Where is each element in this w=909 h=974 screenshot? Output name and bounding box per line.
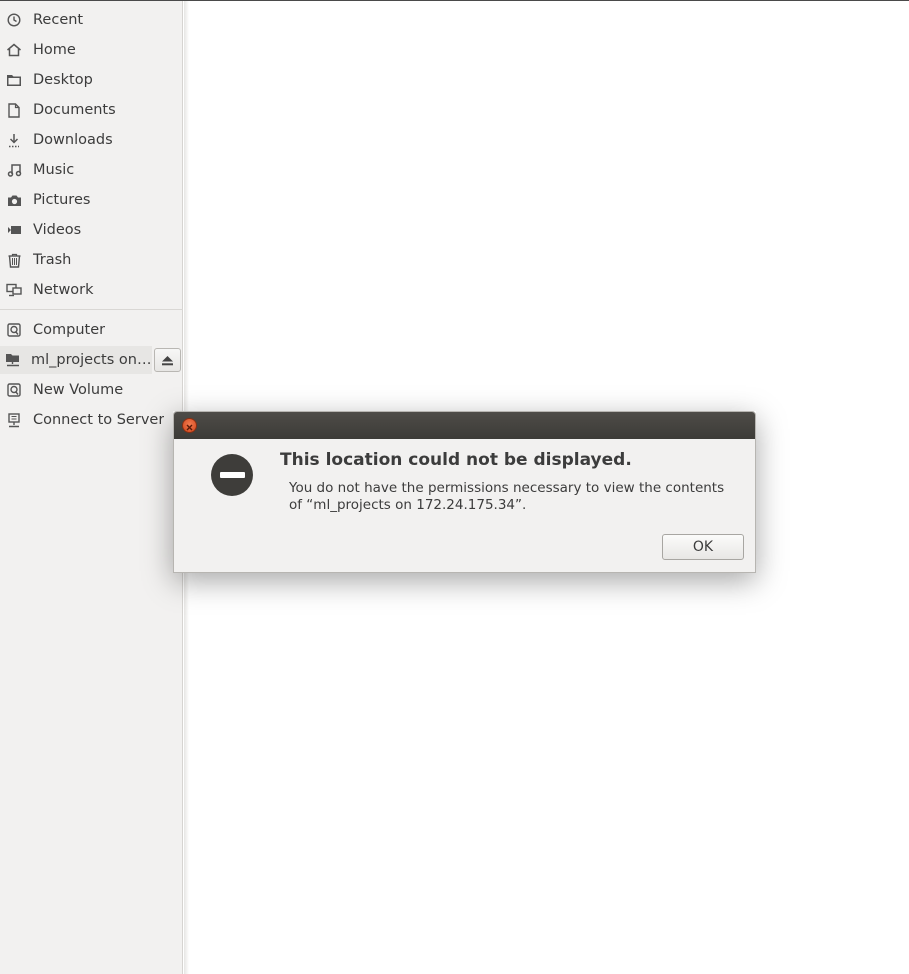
sidebar-item-label: Recent [33,12,84,28]
sidebar-item-label: Downloads [33,132,113,148]
sidebar-item-videos[interactable]: Videos [0,216,183,244]
sidebar-item-downloads[interactable]: Downloads [0,126,183,154]
server-icon [5,411,23,429]
sidebar-item-label: Trash [33,252,72,268]
sidebar-item-music[interactable]: Music [0,156,183,184]
network-icon [5,281,23,299]
close-icon [186,416,193,435]
ok-button[interactable]: OK [662,534,744,560]
drive-icon [5,321,23,339]
sidebar-item-documents[interactable]: Documents [0,96,183,124]
eject-icon [161,351,174,370]
clock-icon [5,11,23,29]
sidebar-item-label: Network [33,282,94,298]
sidebar-item-label: Connect to Server [33,412,165,428]
sidebar-item-connect-to-server[interactable]: Connect to Server [0,406,183,434]
dialog-message: You do not have the permissions necessar… [289,480,725,513]
sidebar-item-desktop[interactable]: Desktop [0,66,183,94]
dialog-titlebar [174,412,755,439]
drive-icon [5,381,23,399]
sidebar-item-label: ml_projects on 172.24.175.34 [31,352,152,368]
sidebar-item-label: Documents [33,102,116,118]
sidebar-item-label: Home [33,42,76,58]
network-share-icon [5,351,21,369]
sidebar-separator [0,309,183,310]
sidebar-item-label: Desktop [33,72,93,88]
folder-icon [5,71,23,89]
dialog-title: This location could not be displayed. [280,450,632,470]
sidebar-item-ml-projects[interactable]: ml_projects on 172.24.175.34 [0,346,152,374]
eject-button[interactable] [154,348,181,372]
video-icon [5,221,23,239]
sidebar-item-label: Videos [33,222,82,238]
sidebar-item-label: Music [33,162,75,178]
sidebar-item-home[interactable]: Home [0,36,183,64]
sidebar-item-label: New Volume [33,382,124,398]
file-manager-window: Recent Home Desktop Documents Downloads [0,0,909,974]
download-icon [5,131,23,149]
sidebar-item-network[interactable]: Network [0,276,183,304]
camera-icon [5,191,23,209]
sidebar-item-label: Computer [33,322,106,338]
sidebar-item-trash[interactable]: Trash [0,246,183,274]
close-button[interactable] [182,418,197,433]
sidebar: Recent Home Desktop Documents Downloads [0,1,183,974]
document-icon [5,101,23,119]
sidebar-item-new-volume[interactable]: New Volume [0,376,183,404]
home-icon [5,41,23,59]
sidebar-item-computer[interactable]: Computer [0,316,183,344]
trash-icon [5,251,23,269]
error-dialog: This location could not be displayed. Yo… [173,411,756,573]
sidebar-item-recent[interactable]: Recent [0,6,183,34]
sidebar-item-label: Pictures [33,192,91,208]
sidebar-item-pictures[interactable]: Pictures [0,186,183,214]
music-icon [5,161,23,179]
error-icon [211,454,253,496]
